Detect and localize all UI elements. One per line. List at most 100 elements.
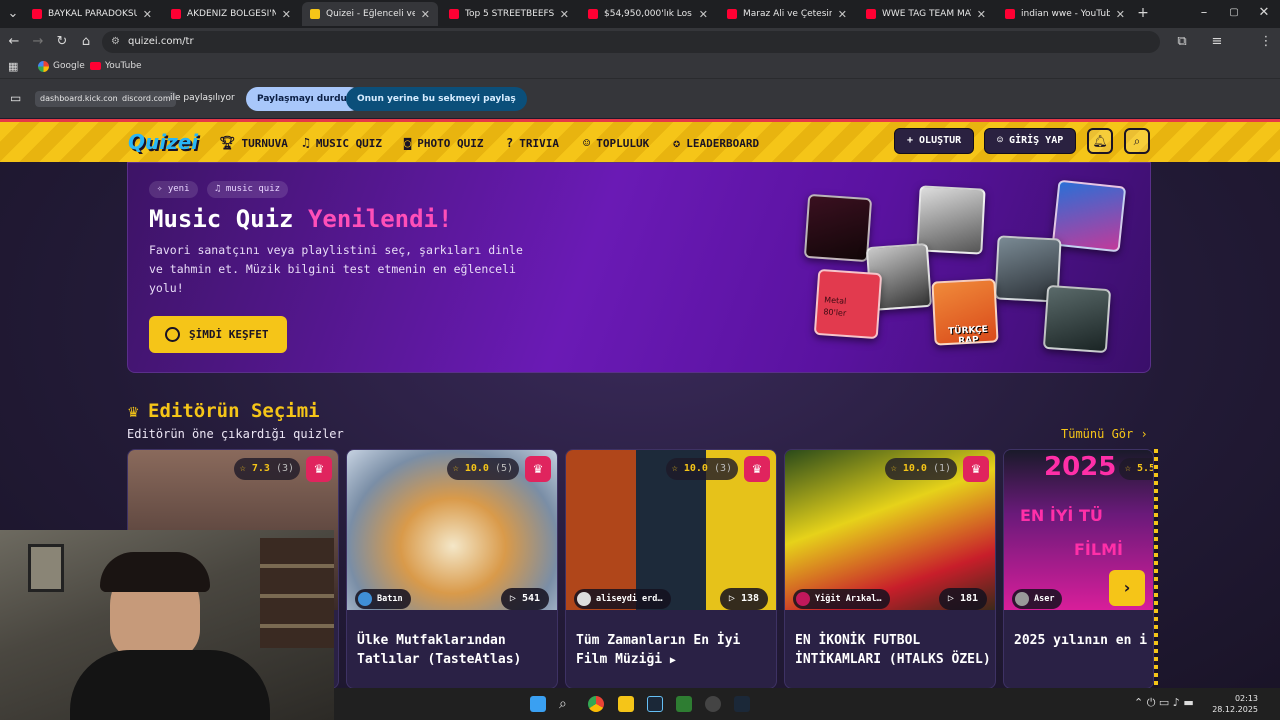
browser-tab[interactable]: indian wwe - YouTube ✕ (997, 2, 1133, 26)
steam-icon[interactable] (647, 696, 663, 712)
share-this-tab-button[interactable]: Onun yerine bu sekmeyi paylaş (346, 87, 527, 111)
medal-icon: ✪ (673, 136, 681, 150)
bookmarks-bar: ▦ Google YouTube (0, 56, 1280, 78)
nav-music-quiz[interactable]: ♫ MUSIC QUIZ (302, 136, 382, 151)
tab-favicon-icon (727, 9, 737, 19)
artist-photo-2 (916, 185, 986, 255)
tab-close-icon[interactable]: ✕ (560, 8, 569, 21)
tab-title: AKDENİZ BÖLGESİ'NİN EN (187, 9, 276, 19)
browser-tab[interactable]: Quizei - Eğlenceli ve etkile ✕ (302, 2, 438, 26)
quiz-card[interactable]: ☆ 10.0 (1) ♛ Yiğit Arıkal… ▷ 181 EN İKON… (784, 449, 996, 688)
menu-icon[interactable]: ⋮ (1258, 34, 1274, 50)
nav-photo-quiz[interactable]: ◙ PHOTO QUIZ (404, 136, 483, 150)
tab-close-icon[interactable]: ✕ (699, 8, 708, 21)
avatar (1015, 592, 1029, 606)
avatar (796, 592, 810, 606)
browser-tab[interactable]: BAYKAL PARADOKSU #BA ✕ (24, 2, 160, 26)
home-icon[interactable]: ⌂ (78, 34, 94, 50)
crown-badge-icon: ♛ (306, 456, 332, 482)
tab-search-icon[interactable]: ⌄ (5, 6, 21, 22)
wall-frame (28, 544, 64, 592)
windows-start-icon[interactable] (530, 696, 546, 712)
back-icon[interactable]: ← (6, 34, 22, 50)
search-icon[interactable]: ⌕ (1124, 128, 1150, 154)
close-window-icon[interactable]: ✕ (1256, 5, 1272, 21)
site-header: Quizei 🏆︎ TURNUVA ♫ MUSIC QUIZ ◙ PHOTO QUIZ… (0, 119, 1280, 162)
browser-tab[interactable]: $54,950,000'lık Los Angeles ✕ (580, 2, 716, 26)
bookmark-google[interactable]: Google (53, 61, 85, 71)
site-logo[interactable]: Quizei (128, 130, 198, 154)
headphones (100, 552, 210, 592)
tab-close-icon[interactable]: ✕ (1116, 8, 1125, 21)
author-badge[interactable]: Aser (1012, 589, 1063, 609)
play-count: ▷ 181 (938, 588, 987, 610)
file-explorer-icon[interactable] (618, 696, 634, 712)
rating-badge: ☆ 10.0 (5) (446, 458, 519, 480)
system-tray-icons[interactable]: ⌃ ⏻ ▭ ♪ ▬ (1134, 696, 1194, 710)
avatar (358, 592, 372, 606)
tab-favicon-icon (588, 9, 598, 19)
quiz-card-title: EN İKONİK FUTBOL İNTİKAMLARI (HTALKS ÖZE… (795, 633, 991, 667)
search-icon[interactable]: ⌕ (559, 696, 575, 712)
trophy-icon: 🏆︎ (219, 136, 236, 151)
login-button[interactable]: ☺ GİRİŞ YAP (984, 128, 1077, 154)
app-icon-2[interactable] (705, 696, 721, 712)
steam-icon-2[interactable] (734, 696, 750, 712)
reading-list-icon[interactable]: ≡ (1209, 34, 1225, 50)
address-bar[interactable]: ⚙ quizei.com/tr (102, 31, 1160, 53)
nav-community[interactable]: ☺ TOPLULUK (583, 136, 649, 150)
video-icon: ▶ (669, 655, 676, 666)
tab-favicon-icon (1005, 9, 1015, 19)
quiz-card[interactable]: 2025 EN İYİ TÜ FİLMİ ☆ 5.5 Aser 2025 yıl… (1003, 449, 1154, 688)
restore-icon[interactable]: ▢ (1226, 5, 1242, 21)
discover-now-button[interactable]: ŞİMDİ KEŞFET (149, 316, 287, 353)
crown-badge-icon: ♛ (525, 456, 551, 482)
hero-tag-music: ♫ music quiz (207, 181, 289, 198)
browser-tab[interactable]: Top 5 STREETBEEFS KOs - ✕ (441, 2, 577, 26)
notifications-bell-icon[interactable]: 🔔︎ (1087, 128, 1113, 154)
tab-close-icon[interactable]: ✕ (838, 8, 847, 21)
tab-title: BAYKAL PARADOKSU #BA (48, 9, 137, 19)
app-icon[interactable] (676, 696, 692, 712)
extensions-icon[interactable]: ⧉ (1174, 34, 1190, 50)
youtube-icon (90, 62, 101, 70)
clock[interactable]: 02:13 28.12.2025 (1212, 693, 1258, 715)
carousel-next-button[interactable]: › (1109, 570, 1145, 606)
nav-trivia[interactable]: ? TRIVIA (506, 136, 559, 150)
nav-leaderboard[interactable]: ✪ LEADERBOARD (673, 136, 759, 150)
browser-tab[interactable]: Maraz Ali ve Çetesinin Pyr ✕ (719, 2, 855, 26)
tab-close-icon[interactable]: ✕ (421, 8, 430, 21)
section-subtitle: Editörün öne çıkardığı quizler (127, 427, 344, 441)
author-badge[interactable]: Batın (355, 589, 411, 609)
browser-tab[interactable]: WWE TAG TEAM MATCH - ✕ (858, 2, 994, 26)
person-body (70, 650, 270, 720)
stop-sharing-button[interactable]: Paylaşmayı durdur (246, 87, 363, 111)
hero-title: Music Quiz Yenilendi! (149, 205, 453, 233)
forward-icon[interactable]: → (30, 34, 46, 50)
rating-badge: ☆ 10.0 (3) (665, 458, 738, 480)
tab-close-icon[interactable]: ✕ (143, 8, 152, 21)
tab-close-icon[interactable]: ✕ (977, 8, 986, 21)
new-tab-icon[interactable]: + (1135, 5, 1151, 21)
create-button[interactable]: + OLUŞTUR (894, 128, 975, 154)
quiz-card-title: Ülke Mutfaklarından Tatlılar (TasteAtlas… (357, 633, 522, 667)
chrome-icon[interactable] (588, 696, 604, 712)
nav-tournament[interactable]: 🏆︎ TURNUVA (219, 136, 288, 151)
reload-icon[interactable]: ↻ (54, 34, 70, 50)
author-badge[interactable]: Yiğit Arıkal… (793, 589, 890, 609)
browser-tab[interactable]: AKDENİZ BÖLGESİ'NİN EN ✕ (163, 2, 299, 26)
quiz-card[interactable]: ☆ 10.0 (3) ♛ aliseydi erd… ▷ 138 Tüm Zam… (565, 449, 777, 688)
playlist-card: Metal 80'ler (813, 268, 883, 340)
quiz-card[interactable]: ☆ 10.0 (5) ♛ Batın ▷ 541 Ülke Mutfakları… (346, 449, 558, 688)
see-all-link[interactable]: Tümünü Gör › (1061, 427, 1148, 441)
artist-photo-1 (803, 193, 873, 263)
google-icon (38, 61, 49, 72)
author-badge[interactable]: aliseydi erd… (574, 589, 671, 609)
apps-grid-icon[interactable]: ▦ (8, 60, 18, 73)
compass-icon (165, 327, 180, 342)
site-info-icon[interactable]: ⚙ (111, 31, 120, 53)
bookmark-youtube[interactable]: YouTube (105, 61, 142, 71)
minimize-icon[interactable]: – (1196, 5, 1212, 21)
rating-badge: ☆ 10.0 (1) (884, 458, 957, 480)
tab-close-icon[interactable]: ✕ (282, 8, 291, 21)
